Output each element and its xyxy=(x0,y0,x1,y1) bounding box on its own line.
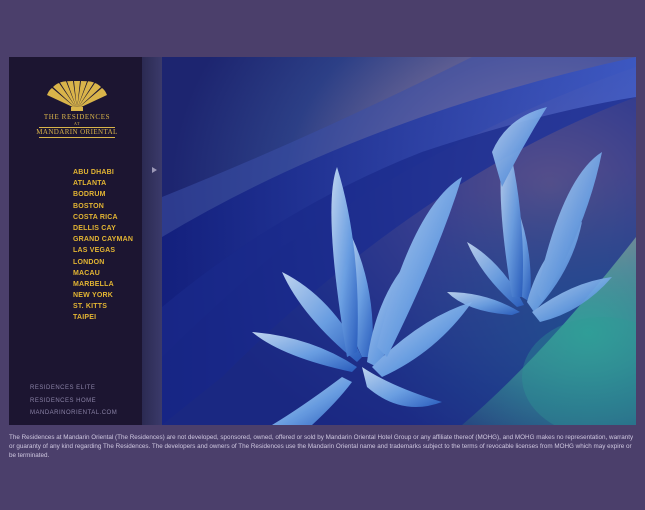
sidebar: THE RESIDENCES AT MANDARIN ORIENTAL ABU … xyxy=(9,57,142,425)
city-link-boston[interactable]: BOSTON xyxy=(73,201,133,212)
city-link-costa-rica[interactable]: COSTA RICA xyxy=(73,212,133,223)
residences-elite-link[interactable]: RESIDENCES ELITE xyxy=(30,382,117,395)
city-link-atlanta[interactable]: ATLANTA xyxy=(73,178,133,189)
city-link-new-york[interactable]: NEW YORK xyxy=(73,290,133,301)
brand-line-3: MANDARIN ORIENTAL xyxy=(36,128,118,136)
brand-line-1: THE RESIDENCES xyxy=(43,113,111,121)
fan-logo-icon xyxy=(47,81,107,111)
city-link-bodrum[interactable]: BODRUM xyxy=(73,189,133,200)
city-nav: ABU DHABI ATLANTA BODRUM BOSTON COSTA RI… xyxy=(73,167,133,324)
city-link-st-kitts[interactable]: ST. KITTS xyxy=(73,301,133,312)
city-link-grand-cayman[interactable]: GRAND CAYMAN xyxy=(73,234,133,245)
legal-disclaimer: The Residences at Mandarin Oriental (The… xyxy=(9,434,634,459)
brand-logo[interactable]: THE RESIDENCES AT MANDARIN ORIENTAL xyxy=(35,81,119,138)
footer-links: RESIDENCES ELITE RESIDENCES HOME MANDARI… xyxy=(30,382,117,420)
city-link-taipei[interactable]: TAIPEI xyxy=(73,312,133,323)
city-link-london[interactable]: LONDON xyxy=(73,257,133,268)
residences-home-link[interactable]: RESIDENCES HOME xyxy=(30,395,117,408)
city-link-dellis-cay[interactable]: DELLIS CAY xyxy=(73,223,133,234)
city-link-las-vegas[interactable]: LAS VEGAS xyxy=(73,245,133,256)
brand-rule xyxy=(39,137,115,138)
mandarin-oriental-link[interactable]: MANDARINORIENTAL.COM xyxy=(30,407,117,420)
city-link-marbella[interactable]: MARBELLA xyxy=(73,279,133,290)
main-frame: THE RESIDENCES AT MANDARIN ORIENTAL ABU … xyxy=(9,57,636,425)
lotus-glass-image xyxy=(162,57,636,425)
city-link-abu-dhabi[interactable]: ABU DHABI xyxy=(73,167,133,178)
hero-photo xyxy=(162,57,636,425)
play-arrow-icon[interactable] xyxy=(152,167,157,173)
collapse-strip[interactable] xyxy=(142,57,162,425)
city-link-macau[interactable]: MACAU xyxy=(73,268,133,279)
brand-line-2: AT xyxy=(74,121,80,126)
